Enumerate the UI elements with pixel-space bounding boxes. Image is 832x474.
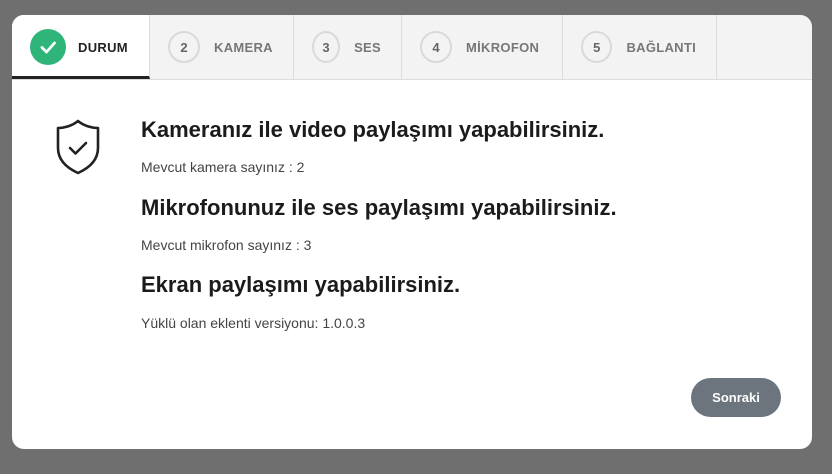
shield-check-icon (56, 119, 100, 175)
tab-label: KAMERA (214, 39, 273, 55)
camera-count: Mevcut kamera sayınız : 2 (141, 159, 305, 175)
tab-label: BAĞLANTI (626, 39, 696, 55)
check-icon (30, 29, 66, 65)
next-button[interactable]: Sonraki (691, 378, 781, 417)
mic-count: Mevcut mikrofon sayınız : 3 (141, 237, 312, 253)
mic-headline: Mikrofonunuz ile ses paylaşımı yapabilir… (141, 195, 617, 220)
tab-label: DURUM (78, 39, 128, 55)
tab-label: MİKROFON (466, 39, 540, 55)
extension-version: Yüklü olan eklenti versiyonu: 1.0.0.3 (141, 315, 366, 331)
tab-baglanti[interactable]: 5 BAĞLANTI (563, 15, 717, 79)
tab-bar-filler (717, 15, 812, 79)
step-number: 5 (581, 31, 613, 63)
screen-headline: Ekran paylaşımı yapabilirsiniz. (141, 272, 461, 297)
device-check-dialog: DURUM 2 KAMERA 3 SES 4 MİKROFON 5 BAĞLAN… (12, 15, 812, 449)
camera-headline: Kameranız ile video paylaşımı yapabilirs… (141, 117, 605, 142)
tab-label: SES (354, 39, 381, 55)
tab-kamera[interactable]: 2 KAMERA (150, 15, 294, 79)
step-tabs: DURUM 2 KAMERA 3 SES 4 MİKROFON 5 BAĞLAN… (12, 15, 812, 80)
step-number: 3 (312, 31, 341, 63)
tab-ses[interactable]: 3 SES (294, 15, 402, 79)
tab-durum[interactable]: DURUM (12, 15, 150, 79)
step-number: 2 (168, 31, 200, 63)
tab-mikrofon[interactable]: 4 MİKROFON (402, 15, 563, 79)
step-number: 4 (420, 31, 452, 63)
